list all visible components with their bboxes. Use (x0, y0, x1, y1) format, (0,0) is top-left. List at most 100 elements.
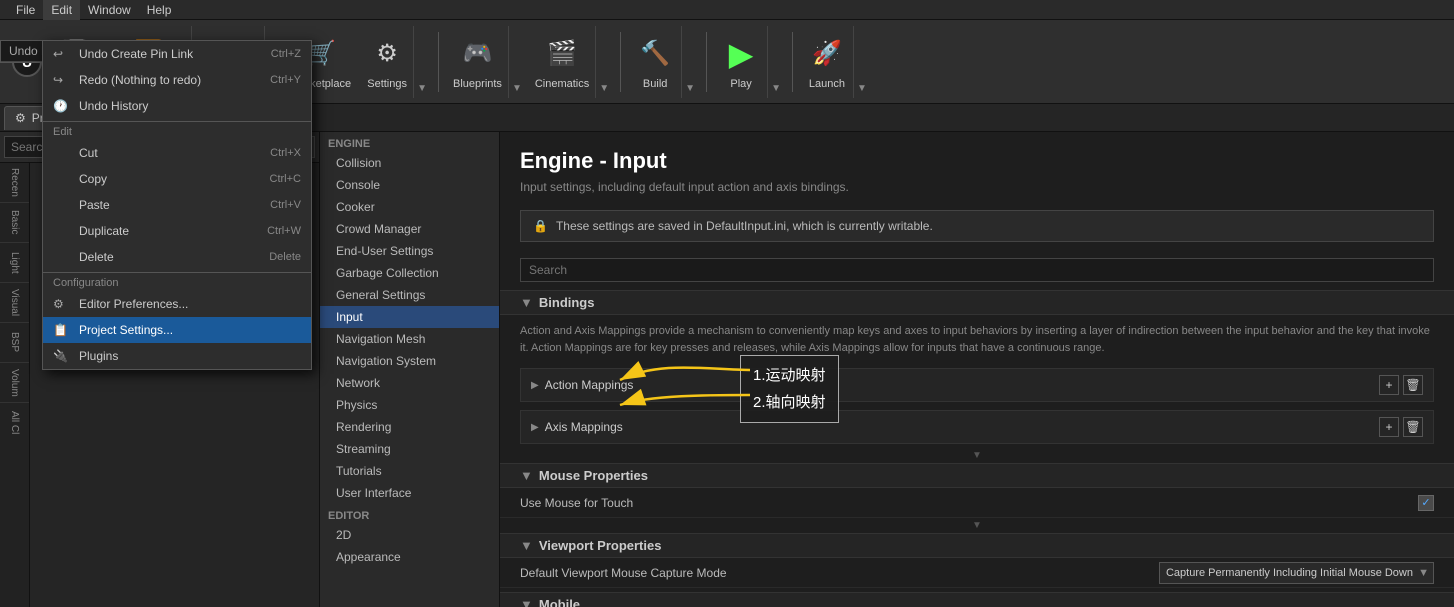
settings-item-crowd-manager[interactable]: Crowd Manager (320, 218, 499, 240)
action-mappings-item: ▶ Action Mappings + 🗑 (520, 368, 1434, 402)
sidebar-item-basic[interactable]: Basic (0, 203, 29, 243)
configuration-section-label: Configuration (43, 275, 311, 291)
build-toolbar-item[interactable]: 🔨 Build ▼ (629, 26, 698, 98)
sidebar-item-visual[interactable]: Visual (0, 283, 29, 323)
edit-menu: ↩ Undo Create Pin Link Ctrl+Z ↪ Redo (No… (42, 40, 312, 370)
redo-shortcut: Ctrl+Y (270, 74, 301, 86)
menu-file[interactable]: File (8, 0, 43, 20)
undo-icon: ↩ (53, 47, 73, 61)
settings-item-navmesh[interactable]: Navigation Mesh (320, 328, 499, 350)
cinematics-dropdown[interactable]: ▼ (595, 26, 612, 98)
settings-item-cooker[interactable]: Cooker (320, 196, 499, 218)
viewport-arrow: ▼ (520, 538, 533, 553)
sidebar-item-volum[interactable]: Volum (0, 363, 29, 403)
editor-prefs-icon: ⚙ (53, 297, 73, 311)
mouse-touch-checkbox[interactable] (1418, 495, 1434, 511)
blueprints-dropdown[interactable]: ▼ (508, 26, 525, 98)
content-search-input[interactable] (520, 258, 1434, 282)
settings-item-garbage[interactable]: Garbage Collection (320, 262, 499, 284)
menu-edit[interactable]: Edit (43, 0, 80, 20)
mobile-section-title: Mobile (539, 597, 580, 607)
menu-separator-2 (43, 272, 311, 273)
plugins-item[interactable]: 🔌 Plugins (43, 343, 311, 369)
cut-item[interactable]: Cut Ctrl+X (43, 140, 311, 166)
settings-item-end-user[interactable]: End-User Settings (320, 240, 499, 262)
settings-item-physics[interactable]: Physics (320, 394, 499, 416)
axis-mappings-delete-button[interactable]: 🗑 (1403, 417, 1423, 437)
settings-icon: ⚙ (367, 34, 407, 74)
play-toolbar-item[interactable]: ▶ Play ▼ (715, 26, 784, 98)
sidebar-item-bsp[interactable]: BSP (0, 323, 29, 363)
settings-item-rendering[interactable]: Rendering (320, 416, 499, 438)
content-title: Engine - Input (520, 148, 1434, 174)
settings-item-console[interactable]: Console (320, 174, 499, 196)
build-icon: 🔨 (635, 34, 675, 74)
play-label: Play (730, 78, 751, 90)
menu-bar: File Edit Window Help (0, 0, 1454, 20)
launch-dropdown[interactable]: ▼ (853, 26, 870, 98)
action-mappings-label: Action Mappings (545, 378, 1375, 392)
paste-label: Paste (79, 198, 110, 212)
undo-create-pin-item[interactable]: ↩ Undo Create Pin Link Ctrl+Z (43, 41, 311, 67)
settings-dropdown[interactable]: ▼ (413, 26, 430, 98)
axis-mappings-label: Axis Mappings (545, 420, 1375, 434)
cinematics-toolbar-item[interactable]: 🎬 Cinematics ▼ (529, 26, 612, 98)
sidebar-item-light[interactable]: Light (0, 243, 29, 283)
paste-shortcut: Ctrl+V (270, 199, 301, 211)
bindings-arrow: ▼ (520, 295, 533, 310)
editor-prefs-label: Editor Preferences... (79, 297, 188, 311)
axis-mappings-add-button[interactable]: + (1379, 417, 1399, 437)
mobile-arrow: ▼ (520, 597, 533, 607)
copy-item[interactable]: Copy Ctrl+C (43, 166, 311, 192)
blueprints-toolbar-item[interactable]: 🎮 Blueprints ▼ (447, 26, 525, 98)
mouse-section-header[interactable]: ▼ Mouse Properties (500, 463, 1454, 488)
settings-item-network[interactable]: Network (320, 372, 499, 394)
undo-history-item[interactable]: 🕐 Undo History (43, 93, 311, 119)
paste-item[interactable]: Paste Ctrl+V (43, 192, 311, 218)
duplicate-item[interactable]: Duplicate Ctrl+W (43, 218, 311, 244)
menu-separator-1 (43, 121, 311, 122)
build-dropdown[interactable]: ▼ (681, 26, 698, 98)
viewport-capture-dropdown[interactable]: Capture Permanently Including Initial Mo… (1159, 562, 1434, 584)
settings-item-appearance[interactable]: Appearance (320, 546, 499, 568)
bindings-description: Action and Axis Mappings provide a mecha… (500, 315, 1454, 364)
bindings-section-header[interactable]: ▼ Bindings (500, 290, 1454, 315)
sidebar-item-recen[interactable]: Recen (0, 163, 29, 203)
tab-icon: ⚙ (15, 111, 26, 125)
settings-item-input[interactable]: Input (320, 306, 499, 328)
action-mappings-add-button[interactable]: + (1379, 375, 1399, 395)
settings-item-navsystem[interactable]: Navigation System (320, 350, 499, 372)
play-dropdown[interactable]: ▼ (767, 26, 784, 98)
menu-help[interactable]: Help (139, 0, 180, 20)
axis-arrow: ▶ (531, 422, 539, 433)
cinematics-label: Cinematics (535, 78, 589, 90)
main-content: Engine - Input Input settings, including… (500, 132, 1454, 607)
cut-shortcut: Ctrl+X (270, 147, 301, 159)
mobile-section-header[interactable]: ▼ Mobile (500, 592, 1454, 607)
settings-item-collision[interactable]: Collision (320, 152, 499, 174)
settings-item-ui[interactable]: User Interface (320, 482, 499, 504)
build-label: Build (643, 78, 667, 90)
undo-label: Undo Create Pin Link (79, 47, 193, 61)
copy-label: Copy (79, 172, 107, 186)
delete-item[interactable]: Delete Delete (43, 244, 311, 270)
scroll-indicator-2: ▼ (500, 518, 1454, 533)
viewport-section-header[interactable]: ▼ Viewport Properties (500, 533, 1454, 558)
menu-window[interactable]: Window (80, 0, 139, 20)
launch-toolbar-item[interactable]: 🚀 Launch ▼ (801, 26, 870, 98)
settings-item-general[interactable]: General Settings (320, 284, 499, 306)
undo-history-label: Undo History (79, 99, 148, 113)
settings-item-streaming[interactable]: Streaming (320, 438, 499, 460)
lock-icon: 🔒 (533, 219, 548, 233)
action-mappings-delete-button[interactable]: 🗑 (1403, 375, 1423, 395)
editor-preferences-item[interactable]: ⚙ Editor Preferences... (43, 291, 311, 317)
settings-item-tutorials[interactable]: Tutorials (320, 460, 499, 482)
settings-sidebar: Engine Collision Console Cooker Crowd Ma… (320, 132, 500, 607)
redo-item[interactable]: ↪ Redo (Nothing to redo) Ctrl+Y (43, 67, 311, 93)
project-settings-item[interactable]: 📋 Project Settings... (43, 317, 311, 343)
sidebar-item-allcl[interactable]: All Cl (0, 403, 29, 443)
settings-toolbar-item[interactable]: ⚙ Settings ▼ (361, 26, 430, 98)
delete-shortcut: Delete (269, 251, 301, 263)
settings-item-2d[interactable]: 2D (320, 524, 499, 546)
notice-text: These settings are saved in DefaultInput… (556, 219, 933, 233)
